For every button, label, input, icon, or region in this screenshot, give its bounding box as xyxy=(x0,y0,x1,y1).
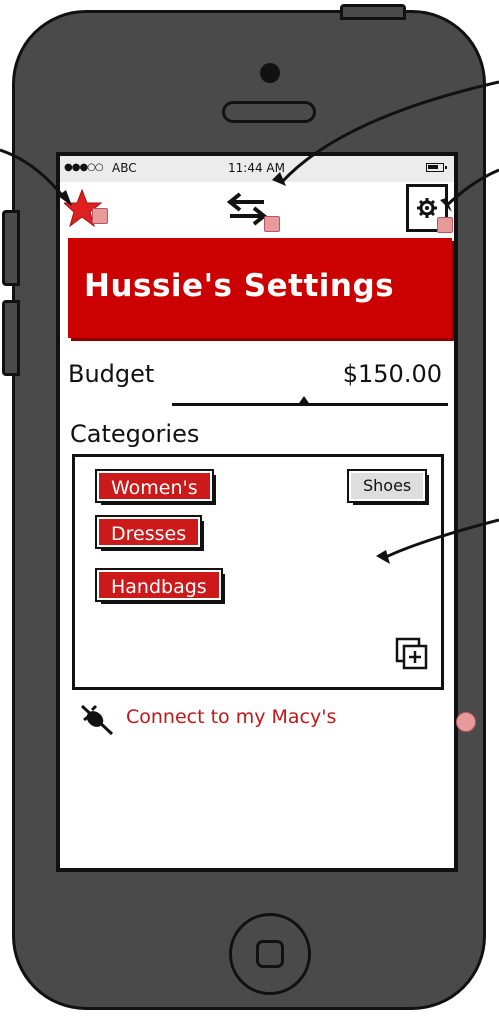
category-tag-dresses[interactable]: Dresses xyxy=(94,515,203,549)
home-button-square xyxy=(256,940,284,968)
battery-icon xyxy=(426,163,447,172)
status-time: 11:44 AM xyxy=(228,161,285,175)
carrier-name: ABC xyxy=(112,161,137,175)
category-tag-shoes[interactable]: Shoes xyxy=(346,469,428,503)
link-badge-icon xyxy=(264,216,280,232)
category-tag-womens[interactable]: Women's xyxy=(95,469,214,503)
volume-down-button xyxy=(2,300,20,376)
front-camera xyxy=(260,63,280,83)
status-bar: ●●●○○ ABC 11:44 AM xyxy=(60,156,454,182)
nav-bar xyxy=(60,182,454,238)
add-category-button[interactable] xyxy=(395,637,429,675)
settings-gear-button[interactable] xyxy=(406,184,453,233)
star-icon[interactable] xyxy=(62,188,110,234)
link-badge-icon xyxy=(437,217,453,233)
connect-macys-label: Connect to my Macy's xyxy=(126,706,337,728)
earpiece-speaker xyxy=(222,101,316,123)
categories-box: Women's Shoes Dresses Handbags xyxy=(72,454,444,690)
page-title: Hussie's Settings xyxy=(84,268,395,304)
budget-slider-thumb[interactable] xyxy=(297,396,312,406)
home-button[interactable] xyxy=(229,913,311,995)
settings-header-banner: Hussie's Settings xyxy=(68,238,452,338)
signal-strength: ●●●○○ xyxy=(64,162,104,173)
budget-label: Budget xyxy=(68,360,155,388)
phone-screen: ●●●○○ ABC 11:44 AM Hussie's Settings Bud… xyxy=(56,152,458,872)
volume-up-button xyxy=(2,210,20,286)
category-tag-handbags[interactable]: Handbags xyxy=(95,568,223,602)
categories-label: Categories xyxy=(70,420,200,448)
plug-icon xyxy=(78,702,118,742)
budget-value: $150.00 xyxy=(342,360,442,388)
add-copy-icon xyxy=(395,637,428,670)
link-badge-icon xyxy=(92,208,108,224)
external-link-icon xyxy=(456,712,476,732)
budget-slider[interactable] xyxy=(172,396,448,406)
power-button xyxy=(340,4,406,20)
gear-icon xyxy=(417,198,437,218)
swap-arrows-icon[interactable] xyxy=(226,190,280,234)
